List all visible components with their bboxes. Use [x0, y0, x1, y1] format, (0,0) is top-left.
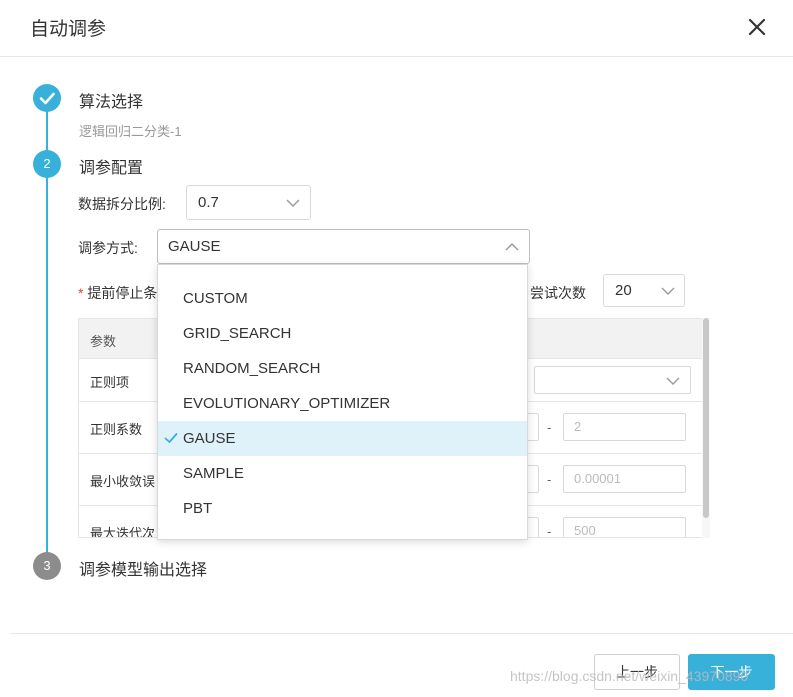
tuning-method-dropdown: CUSTOM GRID_SEARCH RANDOM_SEARCH EVOLUTI… [157, 264, 528, 540]
early-stop-label: * 提前停止条 [78, 285, 158, 301]
step-3-title: 调参模型输出选择 [79, 562, 208, 579]
option-pbt[interactable]: PBT [158, 491, 527, 526]
chevron-up-icon [504, 240, 520, 257]
step-connector-line [46, 110, 48, 568]
option-evolutionary-optimizer[interactable]: EVOLUTIONARY_OPTIMIZER [158, 386, 527, 421]
tries-select[interactable]: 20 [603, 274, 685, 307]
range-separator: - [547, 524, 552, 538]
max-value-input[interactable]: 2 [563, 413, 686, 441]
option-random-search[interactable]: RANDOM_SEARCH [158, 351, 527, 386]
watermark-text: https://blog.csdn.net/weixin_43970890 [510, 668, 749, 684]
chevron-down-icon [665, 367, 681, 393]
step-1-check-icon [33, 84, 61, 112]
max-value-input[interactable]: 0.00001 [563, 465, 686, 493]
param-column-header: 参数 [90, 334, 117, 349]
max-value-input[interactable]: 500 [563, 517, 686, 537]
chevron-down-icon [660, 284, 676, 301]
option-sample[interactable]: SAMPLE [158, 456, 527, 491]
dialog-header: 自动调参 [0, 0, 793, 57]
close-icon[interactable] [744, 14, 770, 40]
regularization-select[interactable] [534, 366, 691, 394]
param-name: 正则系数 [90, 422, 143, 437]
tuning-method-value: GAUSE [168, 238, 221, 255]
step-3-number: 3 [33, 552, 61, 580]
footer-divider [10, 633, 793, 634]
dialog-title: 自动调参 [30, 19, 107, 40]
range-separator: - [547, 420, 552, 435]
step-1-title: 算法选择 [79, 94, 144, 111]
option-grid-search[interactable]: GRID_SEARCH [158, 316, 527, 351]
option-custom[interactable]: CUSTOM [158, 281, 527, 316]
split-ratio-label: 数据拆分比例: [78, 196, 166, 212]
param-name: 正则项 [90, 375, 130, 390]
tries-label: 尝试次数 [530, 285, 586, 301]
chevron-down-icon [285, 196, 301, 213]
range-separator: - [547, 472, 552, 487]
split-ratio-value: 0.7 [198, 194, 219, 211]
auto-tune-dialog: 自动调参 算法选择 逻辑回归二分类-1 2 调参配置 数据拆分比例: 0.7 调… [0, 0, 793, 697]
param-name: 最大迭代次 [90, 526, 156, 538]
tuning-method-label: 调参方式: [78, 240, 138, 256]
table-scrollbar-thumb[interactable] [703, 318, 709, 518]
step-2-number: 2 [33, 150, 61, 178]
required-mark: * [78, 285, 84, 301]
step-2-title: 调参配置 [79, 160, 144, 177]
check-icon [164, 431, 178, 449]
split-ratio-select[interactable]: 0.7 [186, 185, 311, 220]
step-1-subtitle: 逻辑回归二分类-1 [79, 124, 182, 139]
option-gause[interactable]: GAUSE [158, 421, 527, 456]
tries-value: 20 [615, 282, 632, 299]
tuning-method-select[interactable]: GAUSE [157, 229, 530, 264]
param-name: 最小收敛误 [90, 474, 156, 489]
